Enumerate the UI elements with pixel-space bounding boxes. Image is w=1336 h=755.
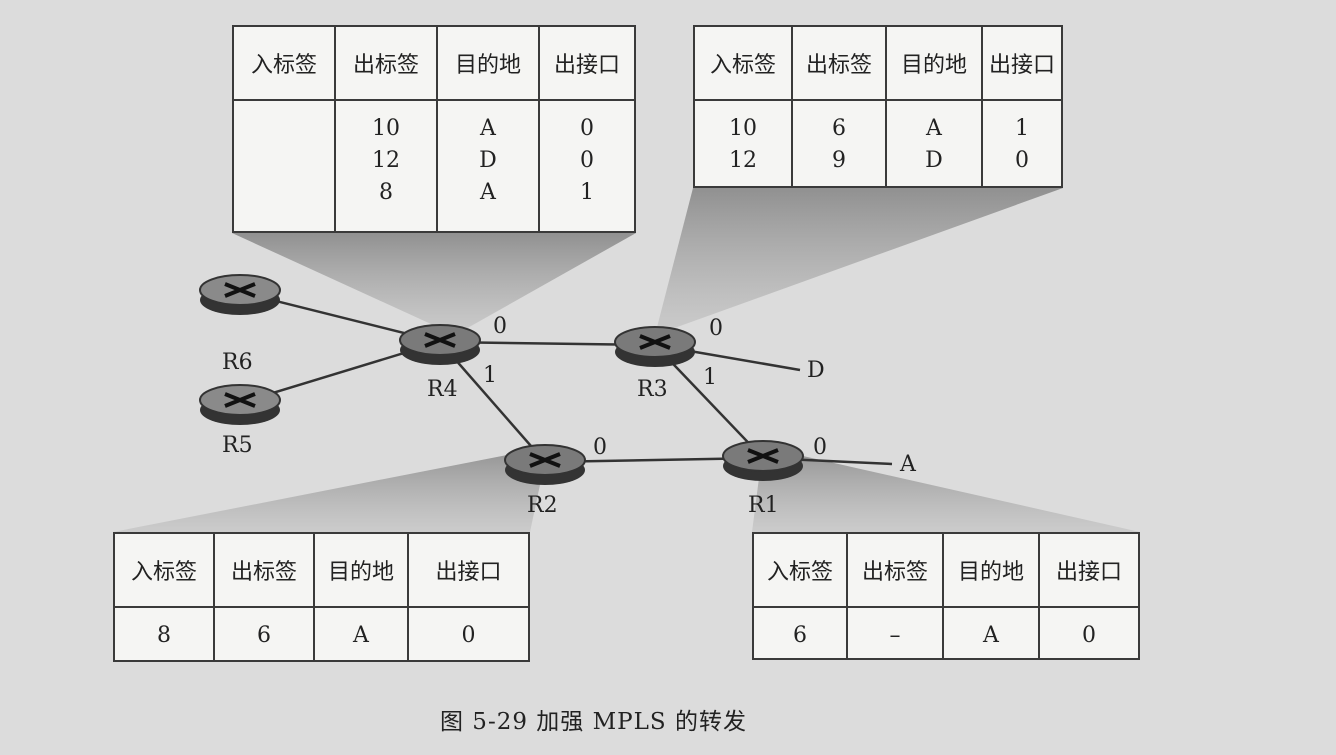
header-in-label: 入标签 [693,25,793,101]
table-row: 10 12 8 ADA 001 [232,99,636,233]
router-r5-icon [199,384,281,425]
header-out-interface: 出接口 [538,25,636,101]
header-destination: 目的地 [885,25,983,101]
table-row: 6 – A 0 [752,606,1140,660]
r2-forwarding-table: 入标签 出标签 目的地 出接口 8 6 A 0 [113,532,530,662]
destination-cell: A [313,606,409,662]
router-label-r1: R1 [748,493,779,518]
in-label-cell [232,99,336,233]
out-label-cell: – [846,606,944,660]
links [239,290,893,466]
r3-forwarding-table: 入标签 出标签 目的地 出接口 10 12 69 AD 10 [693,25,1063,188]
port-label-r2-0: 0 [593,435,607,460]
destination-cell: A [942,606,1040,660]
header-out-label: 出标签 [213,532,315,608]
r4-table-projection [232,233,636,335]
header-in-label: 入标签 [113,532,215,608]
router-r6-icon [199,274,281,315]
router-r1-icon [722,440,804,481]
out-label-cell: 69 [791,99,887,188]
destination-cell: ADA [436,99,540,233]
router-label-r3: R3 [637,377,668,402]
header-out-interface: 出接口 [981,25,1063,101]
out-label-cell: 6 [213,606,315,662]
r3-table-projection [655,188,1063,335]
port-label-r3-1: 1 [703,365,717,390]
r1-forwarding-table: 入标签 出标签 目的地 出接口 6 – A 0 [752,532,1140,660]
destination-cell: AD [885,99,983,188]
header-in-label: 入标签 [232,25,336,101]
figure-caption: 图 5-29 加强 MPLS 的转发 [440,709,747,735]
header-out-label: 出标签 [791,25,887,101]
header-destination: 目的地 [313,532,409,608]
destination-label-a: A [900,452,916,477]
out-interface-cell: 0 [1038,606,1140,660]
table-header-row: 入标签 出标签 目的地 出接口 [693,25,1063,101]
router-r4-icon [399,324,481,365]
router-label-r4: R4 [427,377,458,402]
r4-forwarding-table: 入标签 出标签 目的地 出接口 10 12 8 ADA 001 [232,25,636,233]
out-interface-cell: 10 [981,99,1063,188]
port-label-r3-0: 0 [709,316,723,341]
port-label-r4-1: 1 [483,363,497,388]
table-row: 10 12 69 AD 10 [693,99,1063,188]
destination-label-d: D [807,358,825,383]
out-label-cell: 10 12 8 [334,99,438,233]
router-r2-icon [504,444,586,485]
header-destination: 目的地 [436,25,540,101]
table-header-row: 入标签 出标签 目的地 出接口 [113,532,530,608]
out-interface-cell: 001 [538,99,636,233]
port-label-r1-0: 0 [813,435,827,460]
in-label-cell: 6 [752,606,848,660]
port-label-r4-0: 0 [493,314,507,339]
table-row: 8 6 A 0 [113,606,530,662]
router-label-r5: R5 [222,433,253,458]
table-header-row: 入标签 出标签 目的地 出接口 [232,25,636,101]
header-destination: 目的地 [942,532,1040,608]
header-in-label: 入标签 [752,532,848,608]
header-out-interface: 出接口 [1038,532,1140,608]
out-interface-cell: 0 [407,606,530,662]
in-label-cell: 10 12 [693,99,793,188]
header-out-label: 出标签 [846,532,944,608]
header-out-label: 出标签 [334,25,438,101]
r2-table-projection [113,447,548,532]
router-label-r6: R6 [222,350,253,375]
table-header-row: 入标签 出标签 目的地 出接口 [752,532,1140,608]
router-label-r2: R2 [527,493,558,518]
in-label-cell: 8 [113,606,215,662]
router-r3-icon [614,326,696,367]
header-out-interface: 出接口 [407,532,530,608]
